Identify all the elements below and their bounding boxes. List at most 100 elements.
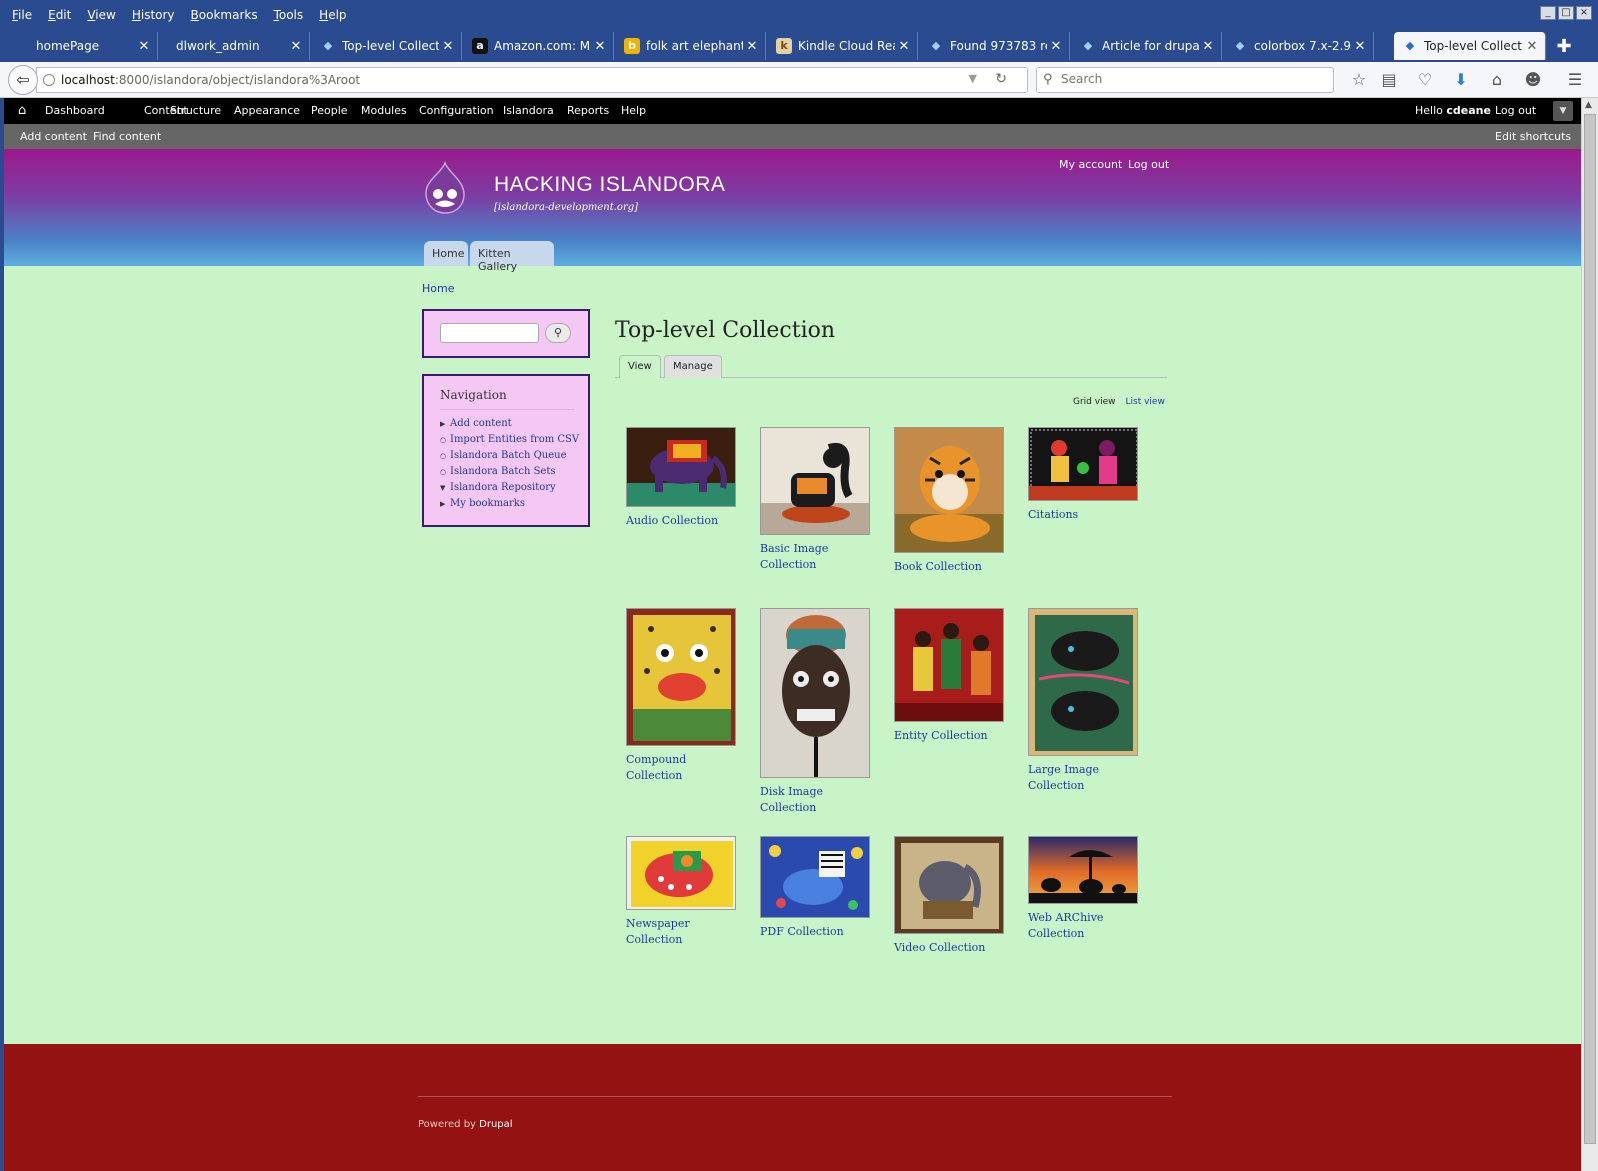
breadcrumb[interactable]: Home — [422, 282, 454, 295]
close-tab-icon[interactable]: ✕ — [1047, 39, 1065, 54]
collection-thumbnail[interactable] — [1028, 427, 1138, 501]
collection-label[interactable]: Citations — [1028, 507, 1148, 523]
drupal-logo-icon[interactable] — [420, 161, 470, 217]
collection-label[interactable]: Large Image Collection — [1028, 762, 1148, 794]
url-bar[interactable]: localhost:8000/islandora/object/islandor… — [36, 67, 1028, 93]
collection-thumbnail[interactable] — [894, 427, 1004, 553]
collection-label[interactable]: Web ARChive Collection — [1028, 910, 1148, 942]
tab-manage[interactable]: Manage — [664, 355, 722, 378]
close-tab-icon[interactable]: ✕ — [591, 39, 609, 54]
nav-item-my-bookmarks[interactable]: ▶ My bookmarks — [440, 496, 579, 512]
bookmark-star-icon[interactable]: ☆ — [1348, 69, 1370, 91]
toolbar-toggle-icon[interactable]: ▼ — [1553, 101, 1573, 121]
shortcut-find-content[interactable]: Find content — [93, 130, 161, 143]
collection-label[interactable]: Disk Image Collection — [760, 784, 880, 816]
collection-label[interactable]: PDF Collection — [760, 924, 880, 940]
menu-help[interactable]: Help — [319, 8, 346, 22]
toolbar-appearance[interactable]: Appearance — [234, 104, 300, 117]
nav-item-islandora-repository[interactable]: ▼ Islandora Repository — [440, 480, 579, 496]
toolbar-help[interactable]: Help — [621, 104, 646, 117]
maximize-icon[interactable]: □ — [1558, 6, 1574, 20]
collection-thumbnail[interactable] — [1028, 836, 1138, 904]
url-dropdown-icon[interactable]: ▼ — [969, 72, 977, 85]
grid-view-link[interactable]: Grid view — [1073, 397, 1115, 407]
chat-icon[interactable]: ☻ — [1522, 69, 1544, 91]
menu-tools[interactable]: Tools — [274, 8, 304, 22]
toolbar-modules[interactable]: Modules — [361, 104, 407, 117]
collection-label[interactable]: Video Collection — [894, 940, 1014, 956]
browser-tab-active[interactable]: ◆ Top-level Collecti... ✕ — [1394, 32, 1546, 60]
collection-thumbnail[interactable] — [894, 608, 1004, 722]
close-tab-icon[interactable]: ✕ — [895, 39, 913, 54]
search-bar[interactable]: ⚲ — [1036, 67, 1334, 93]
toolbar-configuration[interactable]: Configuration — [419, 104, 494, 117]
browser-tab[interactable]: ◆ colorbox 7.x-2.9 ... ✕ — [1224, 32, 1374, 60]
browser-tab[interactable]: ◆ Top-level Collecti... ✕ — [312, 32, 462, 60]
collection-thumbnail[interactable] — [760, 836, 870, 918]
download-icon[interactable]: ⬇ — [1450, 69, 1472, 91]
menu-view[interactable]: View — [87, 8, 115, 22]
collection-thumbnail[interactable] — [626, 836, 736, 910]
toolbar-structure[interactable]: Structure — [170, 104, 221, 117]
collection-label[interactable]: Basic Image Collection — [760, 541, 880, 573]
my-account-link[interactable]: My account — [1059, 158, 1122, 171]
browser-tab[interactable]: ◆ Article for drupal... ✕ — [1072, 32, 1222, 60]
new-tab-icon[interactable]: ✚ — [1552, 36, 1576, 57]
browser-search-input[interactable] — [1061, 72, 1321, 86]
collection-thumbnail[interactable] — [894, 836, 1004, 934]
reading-list-icon[interactable]: ▤ — [1378, 69, 1400, 91]
browser-tab[interactable]: ◆ Found 973783 re... ✕ — [920, 32, 1070, 60]
edit-shortcuts-link[interactable]: Edit shortcuts — [1495, 130, 1571, 143]
site-name[interactable]: HACKING ISLANDORA — [494, 173, 725, 197]
toolbar-logout[interactable]: Log out — [1495, 104, 1536, 117]
menu-history[interactable]: History — [132, 8, 175, 22]
list-view-link[interactable]: List view — [1125, 397, 1164, 407]
nav-item-import-entities[interactable]: ○ Import Entities from CSV — [440, 432, 579, 448]
minimize-icon[interactable]: _ — [1540, 6, 1556, 20]
nav-item-add-content[interactable]: ▶ Add content — [440, 416, 579, 432]
scroll-up-icon[interactable]: ▲ — [1585, 100, 1592, 110]
drupal-link[interactable]: Drupal — [479, 1119, 512, 1130]
collection-thumbnail[interactable] — [760, 427, 870, 535]
tab-view[interactable]: View — [619, 355, 661, 378]
close-window-icon[interactable]: × — [1576, 6, 1592, 20]
nav-item-batch-queue[interactable]: ○ Islandora Batch Queue — [440, 448, 579, 464]
menu-bookmarks[interactable]: Bookmarks — [191, 8, 258, 22]
reload-icon[interactable]: ↻ — [995, 71, 1007, 87]
toolbar-reports[interactable]: Reports — [567, 104, 609, 117]
header-logout-link[interactable]: Log out — [1128, 158, 1169, 171]
main-menu-home[interactable]: Home — [424, 241, 468, 266]
collection-label[interactable]: Entity Collection — [894, 728, 1014, 744]
menu-file[interactable]: File — [12, 8, 32, 22]
browser-tab[interactable]: dlwork_admin ✕ — [160, 32, 310, 60]
toolbar-username[interactable]: cdeane — [1446, 104, 1491, 117]
close-tab-icon[interactable]: ✕ — [287, 39, 305, 54]
search-submit-button[interactable]: ⚲ — [545, 323, 571, 343]
close-tab-icon[interactable]: ✕ — [135, 39, 153, 54]
collection-thumbnail[interactable] — [760, 608, 870, 778]
toolbar-islandora[interactable]: Islandora — [503, 104, 554, 117]
collection-thumbnail[interactable] — [1028, 608, 1138, 756]
page-scrollbar[interactable]: ▲ — [1581, 98, 1598, 1171]
collection-label[interactable]: Compound Collection — [626, 752, 746, 784]
back-button[interactable]: ⇦ — [8, 65, 38, 95]
hamburger-menu-icon[interactable]: ☰ — [1564, 69, 1586, 91]
collection-thumbnail[interactable] — [626, 608, 736, 746]
browser-tab[interactable]: a Amazon.com: Ma... ✕ — [464, 32, 614, 60]
site-search-input[interactable] — [440, 323, 539, 343]
menu-edit[interactable]: Edit — [48, 8, 71, 22]
toolbar-dashboard[interactable]: Dashboard — [45, 104, 105, 117]
home-icon[interactable]: ⌂ — [1486, 69, 1508, 91]
close-tab-icon[interactable]: ✕ — [439, 39, 457, 54]
shortcut-add-content[interactable]: Add content — [20, 130, 87, 143]
browser-tab[interactable]: homePage ✕ — [8, 32, 158, 60]
browser-tab[interactable]: k Kindle Cloud Rea... ✕ — [768, 32, 918, 60]
collection-thumbnail[interactable] — [626, 427, 736, 507]
pocket-icon[interactable]: ♡ — [1414, 69, 1436, 91]
toolbar-home-icon[interactable]: ⌂ — [18, 103, 26, 118]
collection-label[interactable]: Audio Collection — [626, 513, 746, 529]
close-tab-icon[interactable]: ✕ — [1351, 39, 1369, 54]
browser-tab[interactable]: b folk art elephants... ✕ — [616, 32, 766, 60]
nav-item-batch-sets[interactable]: ○ Islandora Batch Sets — [440, 464, 579, 480]
main-menu-kitten-gallery[interactable]: Kitten Gallery — [470, 241, 554, 273]
